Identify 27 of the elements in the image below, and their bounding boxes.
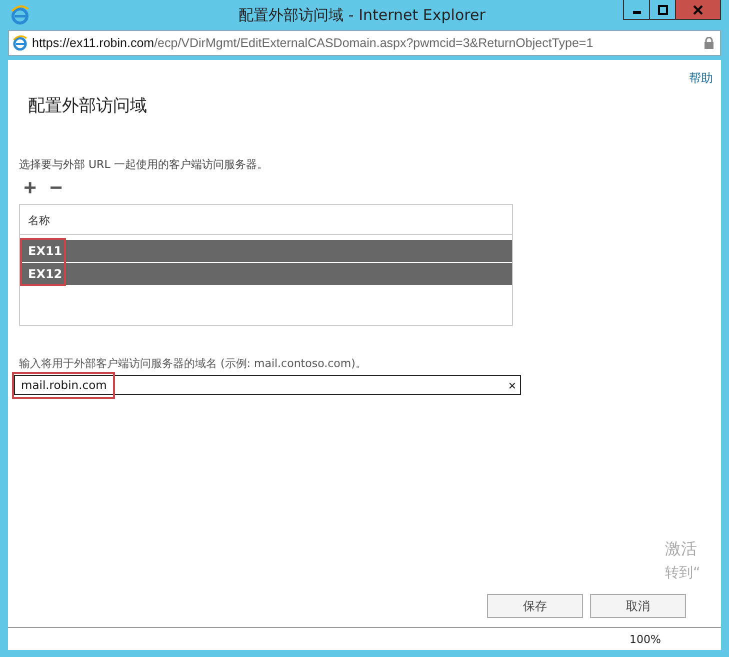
clear-button[interactable]: × (508, 378, 516, 392)
column-header: 名称 (20, 205, 512, 235)
browser-logo-icon (10, 5, 30, 25)
close-button[interactable] (675, 0, 721, 20)
page-title: 配置外部访问域 (28, 95, 148, 117)
remove-button[interactable]: − (46, 178, 66, 198)
add-button[interactable]: + (20, 178, 40, 198)
activation-notice: 激活 (665, 538, 698, 560)
window-title: 配置外部访问域 - Internet Explorer (238, 6, 486, 24)
dialog-button[interactable]: 取消 (590, 594, 686, 618)
zoom-level[interactable]: 100% (630, 632, 661, 646)
minimize-icon (632, 10, 640, 14)
maximize-icon (658, 4, 668, 14)
domain-label: 输入将用于外部客户端访问服务器的域名 (示例: mail.contoso.com)。 (19, 356, 368, 371)
domain-field[interactable]: mail.robin.com × (14, 375, 521, 395)
server-row[interactable]: EX12 (20, 263, 512, 285)
browser-logo-icon (12, 35, 28, 51)
address-bar[interactable]: https://ex11.robin.com/ecp/VDirMgmt/EditExternalCASDomain.aspx?pwmcid=3&ReturnObjectType=1 (8, 30, 721, 56)
lock-icon (704, 37, 714, 49)
close-icon (693, 4, 703, 14)
help-link[interactable]: 帮助 (689, 70, 713, 86)
server-row[interactable]: EX11 (20, 240, 512, 262)
instruction-text: 选择要与外部 URL 一起使用的客户端访问服务器。 (19, 157, 269, 172)
minimize-button[interactable] (623, 0, 650, 20)
activation-notice: 转到“ (665, 564, 702, 583)
dialog-button[interactable]: 保存 (487, 594, 583, 618)
url-text: https://ex11.robin.com/ecp/VDirMgmt/EditExternalCASDomain.aspx?pwmcid=3&ReturnObjectType=1 (32, 36, 594, 50)
